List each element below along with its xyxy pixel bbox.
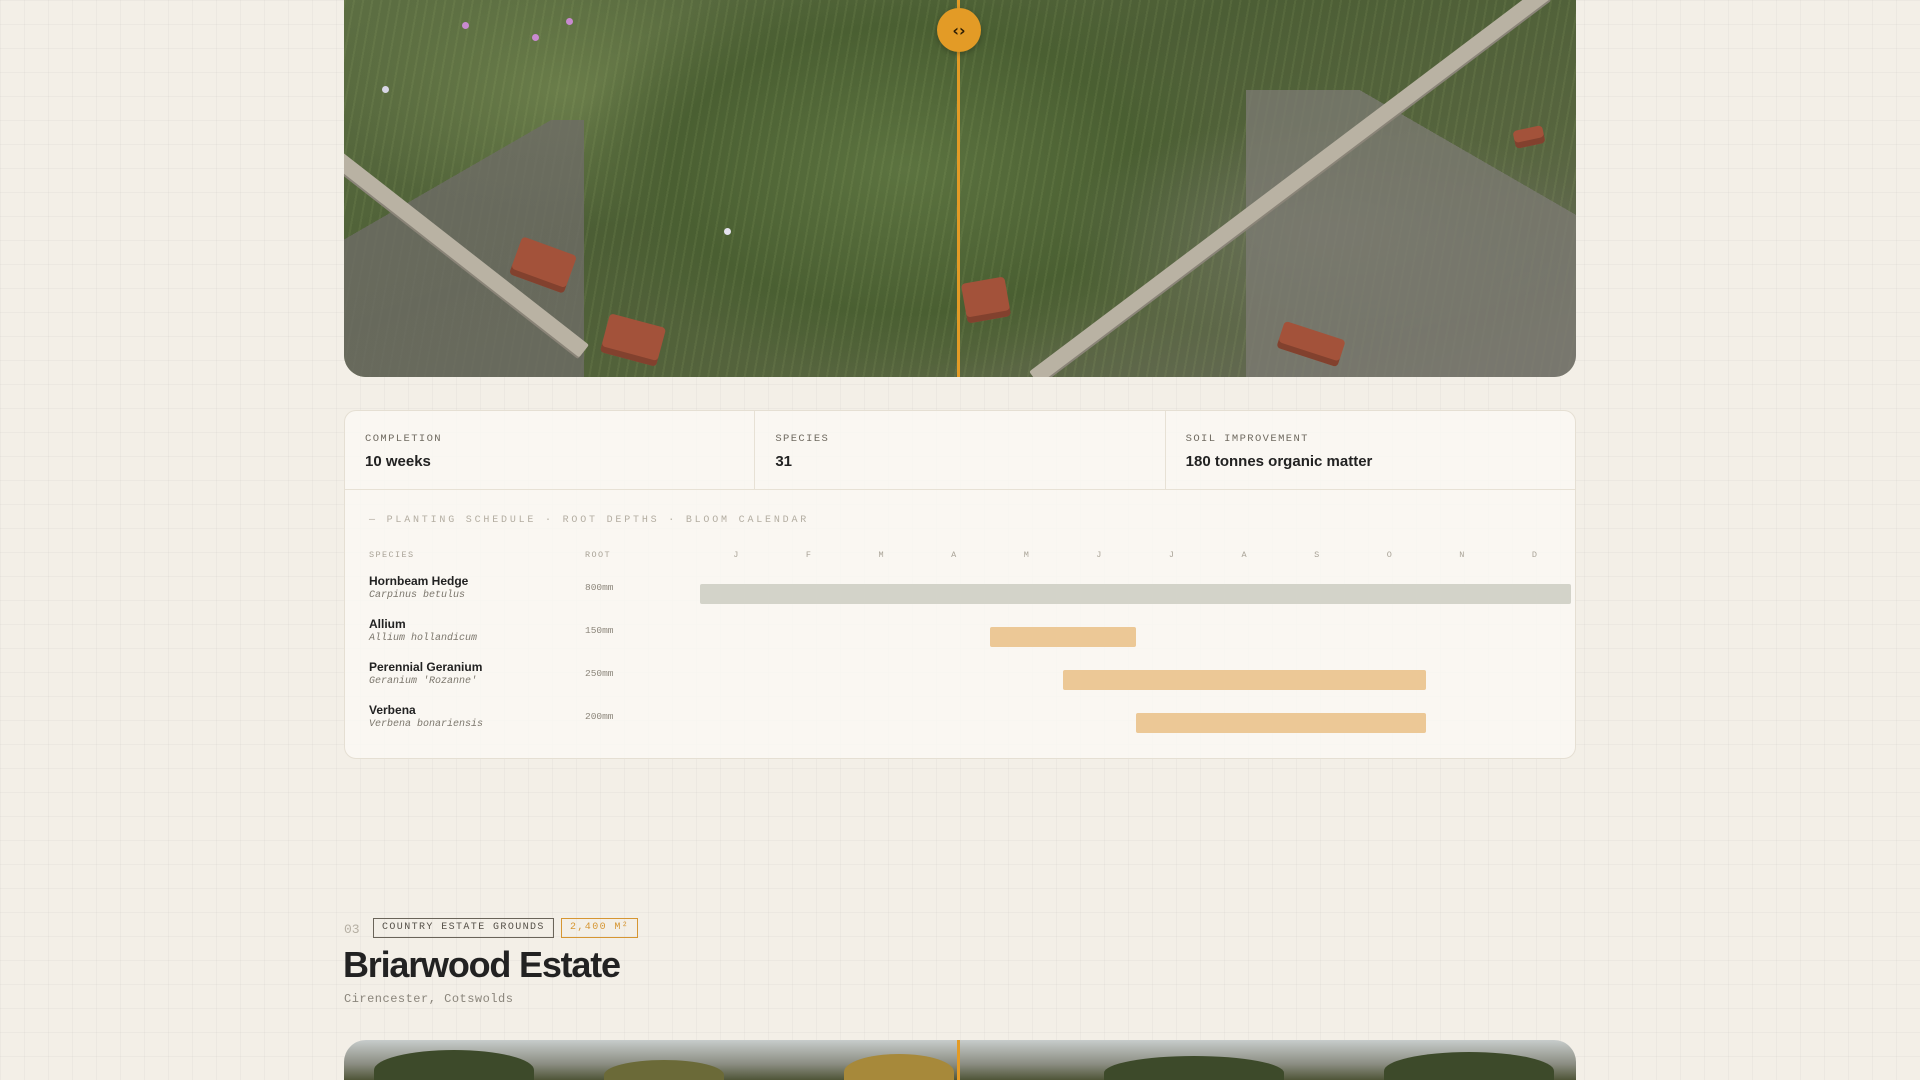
project-area-tag: 2,400 M² bbox=[561, 918, 639, 938]
root-depth: 250mm bbox=[585, 668, 614, 679]
flower bbox=[532, 34, 539, 41]
stat-label: COMPLETION bbox=[365, 433, 443, 445]
stat-label: SOIL IMPROVEMENT bbox=[1185, 433, 1309, 445]
month-header: A bbox=[1241, 550, 1249, 560]
month-header: A bbox=[951, 550, 958, 560]
schedule-header: SPECIES ROOT J F M A M J J A S O N D bbox=[369, 550, 1555, 564]
month-header: J bbox=[1096, 550, 1103, 560]
flower bbox=[724, 228, 731, 235]
bloom-bar bbox=[1063, 670, 1426, 690]
species-name: Perennial Geranium bbox=[369, 660, 483, 674]
month-header: S bbox=[1314, 550, 1321, 560]
species-latin-name: Carpinus betulus bbox=[369, 590, 466, 601]
stat-label: SPECIES bbox=[775, 433, 830, 445]
stat-soil-improvement: SOIL IMPROVEMENT 180 tonnes organic matt… bbox=[1166, 411, 1575, 489]
project-type-tag: COUNTRY ESTATE GROUNDS bbox=[373, 918, 554, 938]
before-after-image[interactable] bbox=[344, 0, 1576, 377]
stat-completion: COMPLETION 10 weeks bbox=[345, 411, 756, 489]
schedule-rows: Hornbeam Hedge Carpinus betulus 800mm Al… bbox=[369, 574, 1572, 746]
bloom-bar bbox=[1135, 713, 1426, 733]
root-depth: 200mm bbox=[585, 711, 614, 722]
schedule-title: — PLANTING SCHEDULE · ROOT DEPTHS · BLOO… bbox=[369, 515, 810, 526]
species-latin-name: Geranium 'Rozanne' bbox=[369, 676, 478, 687]
month-header: J bbox=[1168, 550, 1176, 560]
stat-value: 10 weeks bbox=[365, 453, 431, 470]
month-header: O bbox=[1386, 550, 1394, 560]
project-title: Briarwood Estate bbox=[343, 944, 621, 985]
species-latin-name: Verbena bonariensis bbox=[369, 719, 484, 730]
month-header: J bbox=[733, 550, 740, 560]
column-header-root: ROOT bbox=[585, 550, 612, 560]
root-depth: 150mm bbox=[585, 625, 614, 636]
month-header: N bbox=[1459, 550, 1466, 560]
tree bbox=[844, 1054, 954, 1080]
before-after-image[interactable] bbox=[344, 1040, 1576, 1080]
tree bbox=[1104, 1056, 1284, 1080]
month-header: D bbox=[1531, 550, 1539, 560]
flower bbox=[462, 22, 469, 29]
stats-row: COMPLETION 10 weeks SPECIES 31 SOIL IMPR… bbox=[345, 411, 1575, 490]
bloom-bar bbox=[990, 627, 1136, 647]
column-header-species: SPECIES bbox=[369, 550, 415, 560]
month-header: M bbox=[1023, 550, 1031, 560]
species-latin-name: Allium hollandicum bbox=[369, 633, 478, 644]
schedule-row: Allium Allium hollandicum 150mm bbox=[369, 617, 1555, 660]
stat-species: SPECIES 31 bbox=[755, 411, 1166, 489]
flower bbox=[566, 18, 573, 25]
stat-value: 180 tonnes organic matter bbox=[1185, 453, 1373, 470]
flower bbox=[382, 86, 389, 93]
bloom-bar bbox=[700, 584, 1572, 604]
tree bbox=[604, 1060, 724, 1080]
schedule-row: Verbena Verbena bonariensis 200mm bbox=[369, 703, 1555, 746]
tree bbox=[1384, 1052, 1554, 1080]
comparison-divider-line[interactable] bbox=[957, 1040, 960, 1080]
month-header: M bbox=[878, 550, 886, 560]
chevrons-left-right-icon[interactable]: ‹› bbox=[937, 8, 981, 52]
project-location: Cirencester, Cotswolds bbox=[344, 992, 514, 1006]
species-name: Verbena bbox=[369, 703, 416, 717]
project-details-card: COMPLETION 10 weeks SPECIES 31 SOIL IMPR… bbox=[344, 410, 1576, 759]
project-number: 03 bbox=[344, 922, 360, 937]
schedule-row: Perennial Geranium Geranium 'Rozanne' 25… bbox=[369, 660, 1555, 703]
brick bbox=[960, 276, 1012, 324]
root-depth: 800mm bbox=[585, 582, 614, 593]
comparison-divider-line[interactable] bbox=[957, 0, 960, 377]
tree bbox=[374, 1050, 534, 1080]
species-name: Allium bbox=[369, 617, 406, 631]
species-name: Hornbeam Hedge bbox=[369, 574, 469, 588]
stat-value: 31 bbox=[775, 453, 793, 470]
schedule-row: Hornbeam Hedge Carpinus betulus 800mm bbox=[369, 574, 1572, 617]
month-header: F bbox=[805, 550, 813, 560]
